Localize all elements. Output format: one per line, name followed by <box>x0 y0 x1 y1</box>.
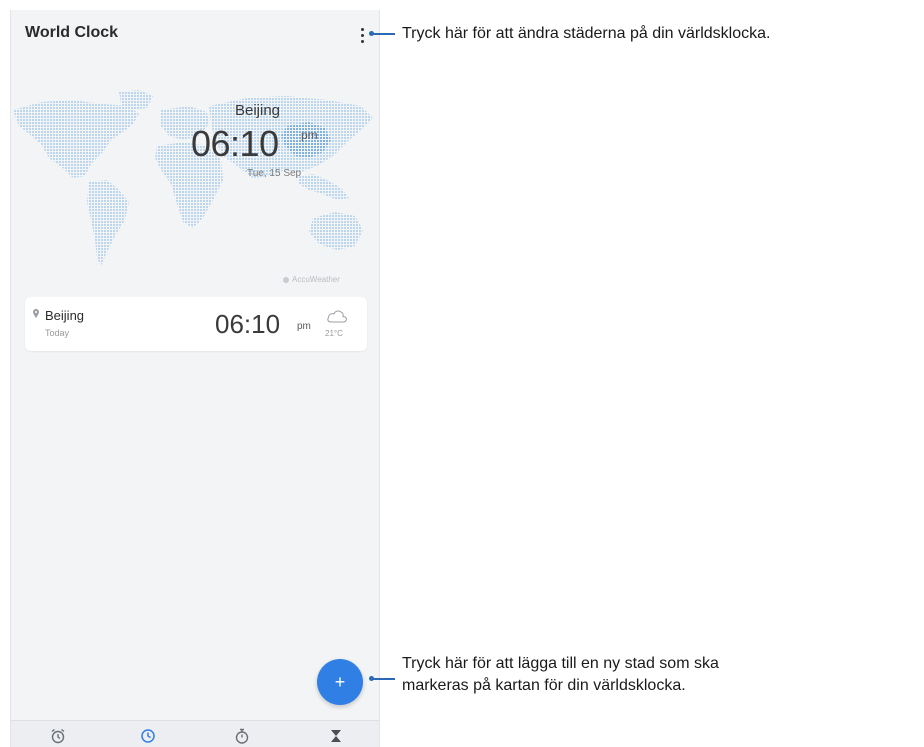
hero-time: 06:10 <box>191 123 279 164</box>
add-callout-text-line2: markeras på kartan för din världsklocka. <box>402 677 686 694</box>
add-callout-text-line1: Tryck här för att lägga till en ny stad … <box>402 655 719 672</box>
menu-callout-text: Tryck här för att ändra städerna på din … <box>402 25 771 42</box>
south-america-shape <box>87 180 129 266</box>
city-day: Today <box>45 328 70 338</box>
hero-city-name: Beijing <box>235 102 281 119</box>
accuweather-logo-icon <box>283 276 289 283</box>
menu-dot <box>360 39 364 43</box>
alarm-clock-icon[interactable] <box>49 727 67 745</box>
hero-ampm: pm <box>301 128 318 142</box>
world-map-graphic <box>13 90 373 266</box>
menu-callout-line <box>373 33 395 35</box>
world-clock-icon[interactable] <box>139 727 157 745</box>
city-name: Beijing <box>45 308 85 323</box>
city-temperature: 21°C <box>325 329 343 338</box>
app-title: World Clock <box>25 24 119 41</box>
weather-attribution: AccuWeather <box>283 275 340 284</box>
cloud-icon <box>327 310 347 323</box>
north-america-shape <box>13 100 139 178</box>
plus-icon: + <box>334 671 346 692</box>
city-ampm: pm <box>297 321 311 332</box>
more-options-button[interactable] <box>353 23 371 47</box>
australia-shape <box>309 212 363 250</box>
add-callout-line <box>373 678 395 680</box>
menu-dot <box>360 27 364 31</box>
city-card[interactable]: Beijing Today 06:10 pm 21°C <box>25 297 367 351</box>
add-city-button[interactable]: + <box>317 659 363 705</box>
city-time: 06:10 <box>215 309 281 339</box>
app-bar: World Clock <box>11 10 379 62</box>
southeast-asia-shape <box>297 174 349 200</box>
menu-dot <box>360 33 364 37</box>
location-pin-icon <box>33 309 39 318</box>
world-map <box>11 80 379 290</box>
attribution-label: AccuWeather <box>292 275 340 284</box>
stopwatch-icon[interactable] <box>233 727 251 745</box>
bottom-navigation <box>11 720 379 747</box>
world-clock-screen: World Clock Beijing 06:10 pm Tue, 15 Sep… <box>10 10 380 747</box>
hourglass-icon[interactable] <box>327 727 345 745</box>
hero-date: Tue, 15 Sep <box>247 168 302 179</box>
